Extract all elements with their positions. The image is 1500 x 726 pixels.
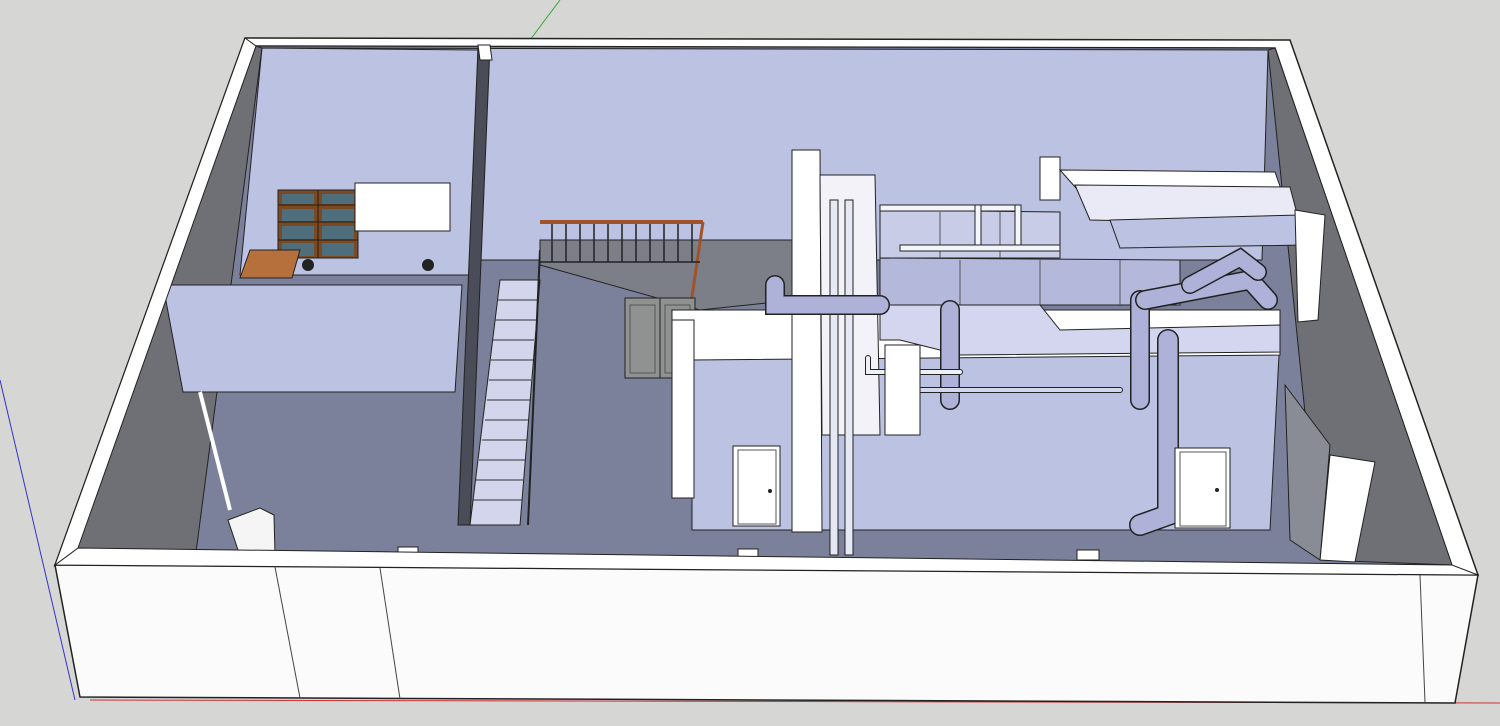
mechanical-door-left [732,445,781,527]
chase-column [791,149,823,533]
front-exterior-wall [54,564,1479,704]
office-desk [239,249,301,279]
bookshelf [277,189,359,259]
mechanical-door-right [1174,447,1231,529]
office-front-wall [162,284,463,393]
model-viewport[interactable] [0,0,1500,726]
mechanical-room-post [671,319,695,499]
office-chair [302,259,314,271]
office-back-wall [239,47,479,276]
model-canvas [0,0,1500,704]
office-chair [422,259,434,271]
office-whiteboard [354,182,451,232]
front-column-block [884,344,921,436]
partition-top [477,44,493,61]
